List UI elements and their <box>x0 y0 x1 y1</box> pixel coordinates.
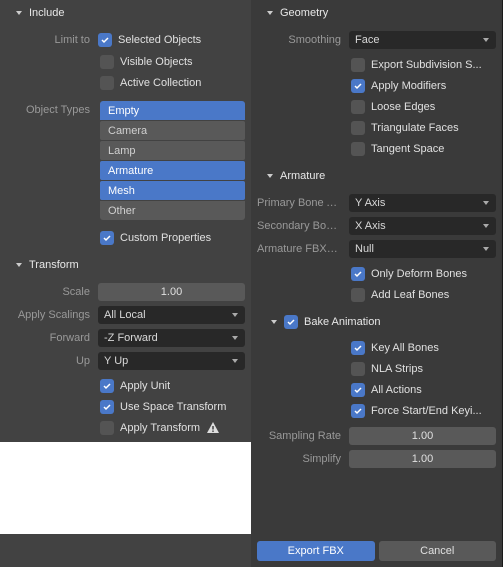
up-dropdown[interactable]: Y Up <box>98 352 245 370</box>
chevron-down-icon <box>265 8 275 18</box>
simplify-input[interactable]: 1.00 <box>349 450 496 468</box>
active-collection-checkbox[interactable] <box>100 76 114 90</box>
object-types-label: Object Types <box>6 104 98 116</box>
selected-objects-label: Selected Objects <box>118 34 201 46</box>
forward-label: Forward <box>6 332 98 344</box>
export-subdiv-checkbox[interactable] <box>351 58 365 72</box>
loose-edges-label: Loose Edges <box>371 101 435 113</box>
tangent-space-label: Tangent Space <box>371 143 444 155</box>
secondary-bone-dropdown[interactable]: X Axis <box>349 217 496 235</box>
all-actions-checkbox[interactable] <box>351 383 365 397</box>
add-leaf-label: Add Leaf Bones <box>371 289 449 301</box>
apply-unit-label: Apply Unit <box>120 380 170 392</box>
apply-modifiers-checkbox[interactable] <box>351 79 365 93</box>
use-space-transform-label: Use Space Transform <box>120 401 226 413</box>
armature-header[interactable]: Armature <box>251 166 502 186</box>
key-all-checkbox[interactable] <box>351 341 365 355</box>
triangulate-label: Triangulate Faces <box>371 122 459 134</box>
active-collection-label: Active Collection <box>120 77 201 89</box>
force-start-label: Force Start/End Keyi... <box>371 405 482 417</box>
forward-dropdown[interactable]: -Z Forward <box>98 329 245 347</box>
sampling-rate-label: Sampling Rate <box>257 430 349 442</box>
smoothing-dropdown[interactable]: Face <box>349 31 496 49</box>
apply-unit-checkbox[interactable] <box>100 379 114 393</box>
primary-bone-label: Primary Bone A... <box>257 197 349 209</box>
include-header[interactable]: Include <box>0 3 251 23</box>
only-deform-checkbox[interactable] <box>351 267 365 281</box>
armature-fbxnode-label: Armature FBXN... <box>257 243 349 255</box>
use-space-transform-checkbox[interactable] <box>100 400 114 414</box>
nla-label: NLA Strips <box>371 363 423 375</box>
transform-title: Transform <box>29 259 79 271</box>
limit-to-label: Limit to <box>6 34 98 46</box>
smoothing-label: Smoothing <box>257 34 349 46</box>
transform-header[interactable]: Transform <box>0 255 251 275</box>
chevron-down-icon <box>14 260 24 270</box>
geometry-header[interactable]: Geometry <box>251 3 502 23</box>
chevron-down-icon <box>269 317 279 327</box>
type-mesh[interactable]: Mesh <box>100 181 245 200</box>
key-all-label: Key All Bones <box>371 342 439 354</box>
primary-bone-dropdown[interactable]: Y Axis <box>349 194 496 212</box>
only-deform-label: Only Deform Bones <box>371 268 467 280</box>
export-subdiv-label: Export Subdivision S... <box>371 59 482 71</box>
chevron-down-icon <box>265 171 275 181</box>
custom-properties-checkbox[interactable] <box>100 231 114 245</box>
geometry-title: Geometry <box>280 7 328 19</box>
custom-properties-label: Custom Properties <box>120 232 211 244</box>
apply-transform-checkbox[interactable] <box>100 421 114 435</box>
scale-input[interactable]: 1.00 <box>98 283 245 301</box>
export-fbx-button[interactable]: Export FBX <box>257 541 375 561</box>
loose-edges-checkbox[interactable] <box>351 100 365 114</box>
armature-title: Armature <box>280 170 325 182</box>
force-start-checkbox[interactable] <box>351 404 365 418</box>
apply-modifiers-label: Apply Modifiers <box>371 80 446 92</box>
type-empty[interactable]: Empty <box>100 101 245 120</box>
secondary-bone-label: Secondary Bon... <box>257 220 349 232</box>
apply-scalings-label: Apply Scalings <box>6 309 98 321</box>
type-other[interactable]: Other <box>100 201 245 220</box>
bake-animation-header[interactable]: Bake Animation <box>251 312 502 332</box>
whitespace <box>0 442 251 534</box>
tangent-space-checkbox[interactable] <box>351 142 365 156</box>
cancel-button[interactable]: Cancel <box>379 541 497 561</box>
type-lamp[interactable]: Lamp <box>100 141 245 160</box>
nla-checkbox[interactable] <box>351 362 365 376</box>
type-camera[interactable]: Camera <box>100 121 245 140</box>
all-actions-label: All Actions <box>371 384 422 396</box>
up-label: Up <box>6 355 98 367</box>
type-armature[interactable]: Armature <box>100 161 245 180</box>
bake-animation-title: Bake Animation <box>304 316 380 328</box>
scale-label: Scale <box>6 286 98 298</box>
simplify-label: Simplify <box>257 453 349 465</box>
armature-fbxnode-dropdown[interactable]: Null <box>349 240 496 258</box>
triangulate-checkbox[interactable] <box>351 121 365 135</box>
bake-animation-checkbox[interactable] <box>284 315 298 329</box>
apply-transform-label: Apply Transform <box>120 422 200 434</box>
visible-objects-checkbox[interactable] <box>100 55 114 69</box>
sampling-rate-input[interactable]: 1.00 <box>349 427 496 445</box>
selected-objects-checkbox[interactable] <box>98 33 112 47</box>
visible-objects-label: Visible Objects <box>120 56 193 68</box>
warning-icon <box>206 421 220 435</box>
add-leaf-checkbox[interactable] <box>351 288 365 302</box>
include-title: Include <box>29 7 64 19</box>
apply-scalings-dropdown[interactable]: All Local <box>98 306 245 324</box>
chevron-down-icon <box>14 8 24 18</box>
